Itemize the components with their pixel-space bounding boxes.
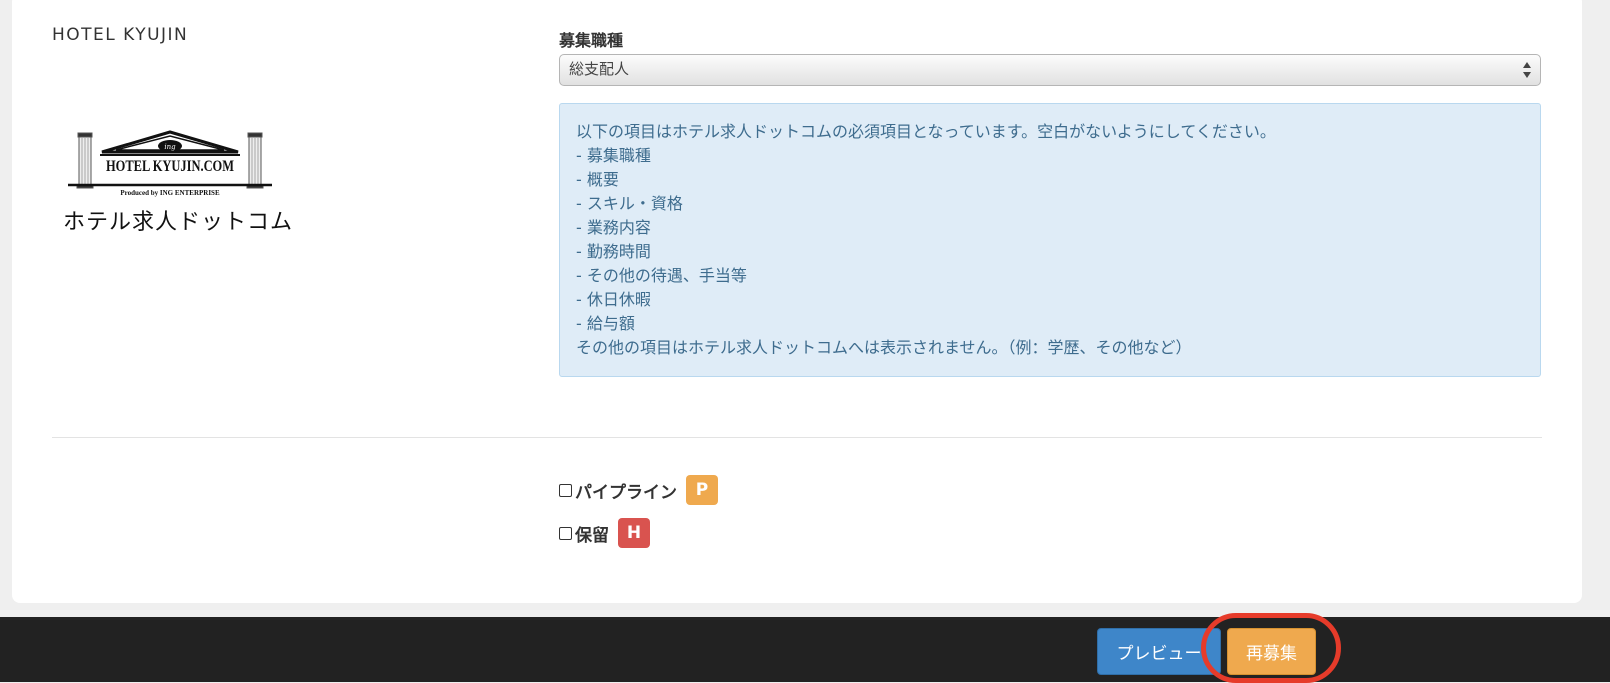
list-item: - 業務内容 (576, 218, 651, 237)
required-fields-list: - 募集職種 - 概要 - スキル・資格 - 業務内容 - 勤務時間 - その他… (576, 144, 1524, 336)
list-item: - 勤務時間 (576, 242, 651, 261)
notice-intro: 以下の項目はホテル求人ドットコムの必須項目となっています。空白がないようにしてく… (576, 122, 1276, 141)
job-type-label: 募集職種 (559, 31, 624, 50)
section-title: HOTEL KYUJIN (52, 25, 189, 45)
hold-checkbox[interactable] (559, 526, 572, 540)
pipeline-checkbox[interactable] (559, 483, 572, 497)
notice-note: その他の項目はホテル求人ドットコムへは表示されません。（例：学歴、その他など） (576, 338, 1192, 357)
required-fields-notice: 以下の項目はホテル求人ドットコムの必須項目となっています。空白がないようにしてく… (559, 103, 1541, 377)
pipeline-checkbox-row[interactable]: パイプライン P (559, 475, 718, 505)
hold-label: 保留 (575, 525, 609, 546)
list-item: - 募集職種 (576, 146, 651, 165)
select-arrows-icon (1523, 62, 1531, 78)
logo-text: HOTEL KYUJIN.COM (106, 158, 234, 175)
preview-button[interactable]: プレビュー (1097, 628, 1221, 675)
hold-checkbox-row[interactable]: 保留 H (559, 518, 650, 548)
pipeline-label: パイプライン (575, 482, 677, 503)
pipeline-badge: P (686, 475, 718, 505)
logo-sub: Produced by ING ENTERPRISE (120, 189, 220, 197)
job-type-value: 総支配人 (569, 60, 630, 78)
list-item: - スキル・資格 (576, 194, 683, 213)
list-item: - 概要 (576, 170, 619, 189)
list-item: - 給与額 (576, 314, 635, 333)
logo-japanese-text: ホテル求人ドットコム (63, 210, 294, 235)
job-type-select[interactable]: 総支配人 (559, 54, 1541, 86)
hold-badge: H (618, 518, 650, 548)
footer-bar (0, 617, 1610, 682)
list-item: - 休日休暇 (576, 290, 651, 309)
list-item: - その他の待遇、手当等 (576, 266, 747, 285)
section-divider (52, 437, 1542, 438)
recruit-again-button[interactable]: 再募集 (1227, 628, 1316, 675)
logo-mark: ing (164, 143, 176, 151)
